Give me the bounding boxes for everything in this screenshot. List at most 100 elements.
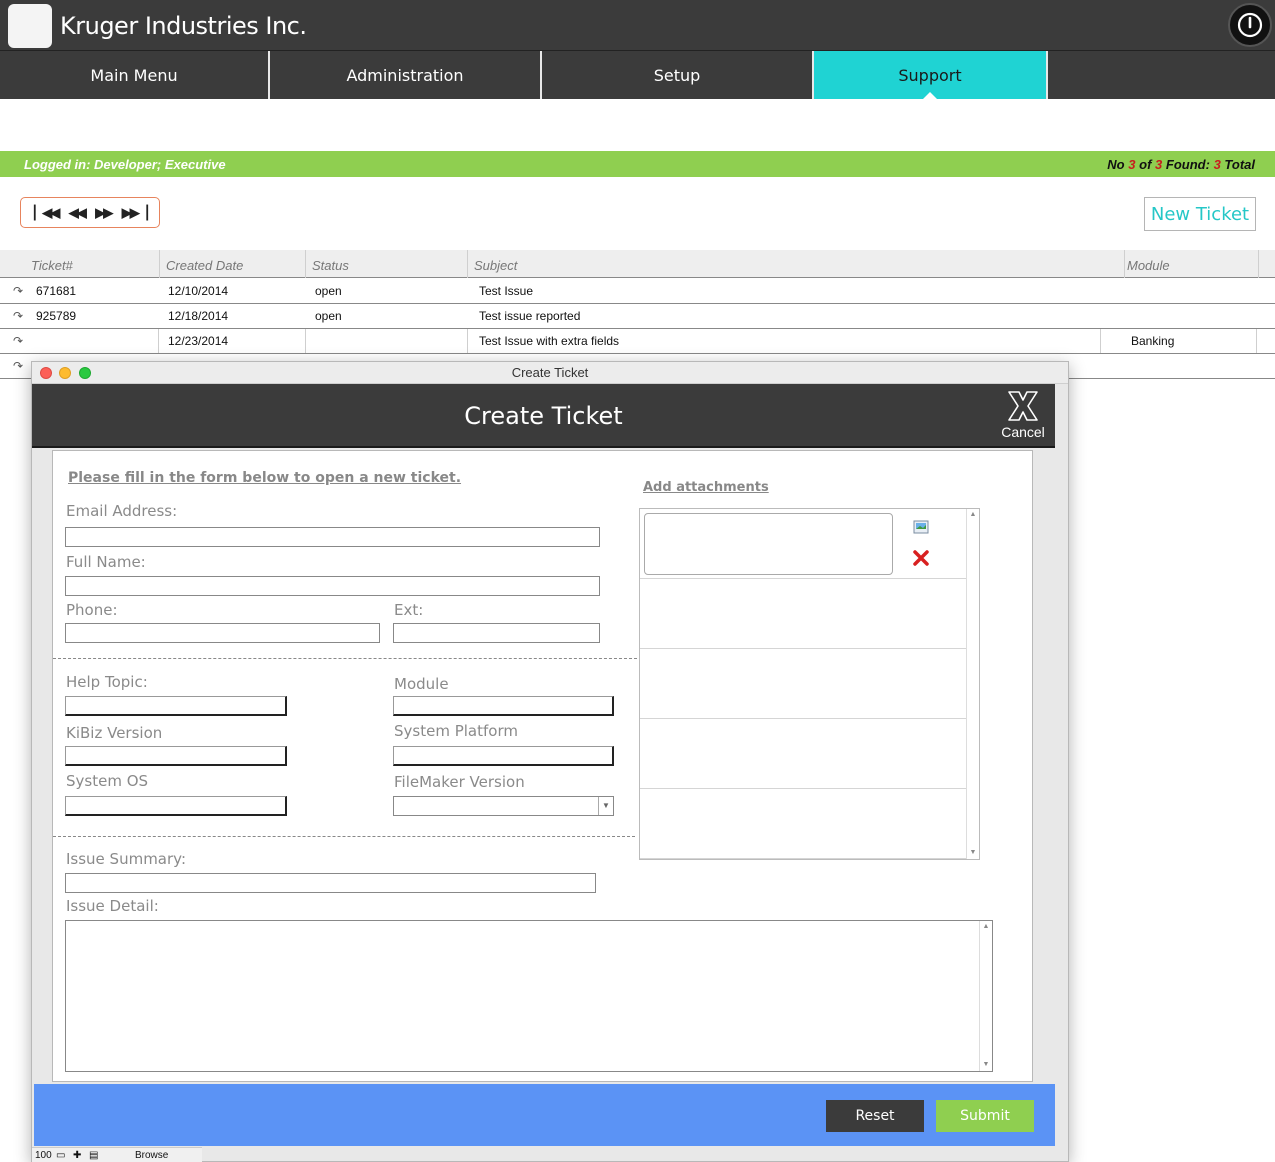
module-field[interactable] [393,696,614,716]
system-os-field[interactable] [65,796,287,816]
phone-field[interactable] [65,623,380,643]
attachment-row [640,649,967,719]
column-ticket[interactable]: Ticket# [26,250,160,278]
scroll-up-icon[interactable]: ▲ [980,921,992,933]
record-total-label: Total [1224,157,1255,172]
attachment-row [640,719,967,789]
issue-summary-field[interactable] [65,873,596,893]
cancel-button[interactable]: Cancel [1001,388,1045,440]
ticket-subject: Test Issue [479,284,534,298]
record-found: 3 [1155,157,1163,172]
column-module[interactable]: Module [1122,250,1259,278]
record-current: 3 [1128,157,1136,172]
dialog-header: Create Ticket Cancel [32,384,1055,448]
ext-field[interactable] [393,623,600,643]
issue-detail-label: Issue Detail: [66,897,159,915]
kibiz-version-field[interactable] [65,746,287,766]
zoom-level[interactable]: 100 [35,1150,52,1161]
mode-label[interactable]: Browse [135,1150,168,1161]
record-total: 3 [1213,157,1221,172]
ticket-number: 671681 [36,284,77,298]
ticket-status: open [315,309,342,323]
record-found-label: Found: [1165,157,1210,172]
tab-empty [1048,51,1275,99]
tab-main-menu[interactable]: Main Menu [0,51,270,99]
attachment-container[interactable] [644,513,893,575]
close-icon [1008,391,1038,421]
created-date: 12/23/2014 [168,334,229,348]
ticket-status: open [315,284,342,298]
create-ticket-window: Create Ticket Create Ticket Cancel Pleas… [31,361,1069,1162]
row-go-icon[interactable]: ↷ [13,359,23,373]
row-go-icon[interactable]: ↷ [13,309,23,323]
system-os-label: System OS [66,772,149,790]
attachment-row [640,789,967,859]
attachments-scrollbar[interactable]: ▲ ▼ [966,509,979,859]
window-titlebar: Create Ticket [32,362,1068,384]
ext-label: Ext: [394,601,424,619]
email-label: Email Address: [66,502,178,520]
row-go-icon[interactable]: ↷ [13,334,23,348]
cancel-label: Cancel [1001,424,1045,440]
form-intro: Please fill in the form below to open a … [68,470,462,486]
previous-record-icon[interactable]: ◀◀ [69,205,87,221]
dialog-title: Create Ticket [464,402,623,430]
help-topic-field[interactable] [65,696,287,716]
ticket-form: Please fill in the form below to open a … [52,450,1033,1082]
toolbar-toggle-icon[interactable]: ▤ [89,1150,98,1161]
column-subject[interactable]: Subject [469,250,1125,278]
scroll-down-icon[interactable]: ▼ [967,847,979,859]
submit-button[interactable]: Submit [936,1100,1034,1132]
scroll-down-icon[interactable]: ▼ [980,1059,992,1071]
first-record-icon[interactable]: ▏◀◀ [34,205,60,221]
insert-image-icon[interactable] [913,519,929,540]
power-button[interactable] [1228,3,1272,47]
column-status[interactable]: Status [307,250,468,278]
status-bar: Logged in: Developer; Executive No 3 of … [0,151,1275,177]
attachment-row [640,509,967,579]
system-platform-field[interactable] [393,746,614,766]
table-header: Ticket# Created Date Status Subject Modu… [0,250,1275,278]
created-date: 12/18/2014 [168,309,229,323]
column-divider [467,329,468,353]
new-ticket-button[interactable]: New Ticket [1144,197,1256,231]
record-prefix: No [1107,157,1125,172]
ticket-module: Banking [1131,334,1175,348]
next-record-icon[interactable]: ▶▶ [95,205,113,221]
full-name-field[interactable] [65,576,600,596]
top-bar: Kruger Industries Inc. [0,0,1275,51]
power-icon [1237,12,1263,38]
attachments-portal: ▲ ▼ [639,508,980,860]
reset-button[interactable]: Reset [826,1100,924,1132]
row-go-icon[interactable]: ↷ [13,284,23,298]
issue-detail-field[interactable]: ▲ ▼ [65,920,993,1072]
chevron-down-icon: ▼ [598,797,613,815]
zoom-out-icon[interactable]: ▭ [56,1150,65,1161]
last-record-icon[interactable]: ▶▶▕ [122,205,148,221]
filemaker-version-select[interactable]: ▼ [393,796,614,816]
attachment-row [640,579,967,649]
tab-setup[interactable]: Setup [542,51,814,99]
tab-support[interactable]: Support [814,51,1048,100]
help-topic-label: Help Topic: [66,673,148,691]
column-divider [1256,329,1257,353]
add-attachments-link[interactable]: Add attachments [643,480,769,495]
logged-in-text: Logged in: Developer; Executive [24,157,226,172]
filemaker-version-label: FileMaker Version [394,773,525,791]
company-logo [8,4,52,48]
window-title: Create Ticket [511,365,589,380]
column-created-date[interactable]: Created Date [161,250,306,278]
detail-scrollbar[interactable]: ▲ ▼ [979,921,992,1071]
scroll-up-icon[interactable]: ▲ [967,509,979,521]
table-row[interactable]: ↷ 12/23/2014 Test Issue with extra field… [0,329,1275,354]
tab-administration[interactable]: Administration [270,51,542,99]
column-divider [305,329,306,353]
column-divider [1100,329,1101,353]
table-row[interactable]: ↷ 671681 12/10/2014 open Test Issue [0,279,1275,304]
email-field[interactable] [65,527,600,547]
form-divider [53,836,635,837]
delete-attachment-icon[interactable] [912,549,930,572]
table-row[interactable]: ↷ 925789 12/18/2014 open Test issue repo… [0,304,1275,329]
record-count: No 3 of 3 Found: 3 Total [1107,157,1255,172]
zoom-in-icon[interactable]: ✚ [73,1150,81,1161]
